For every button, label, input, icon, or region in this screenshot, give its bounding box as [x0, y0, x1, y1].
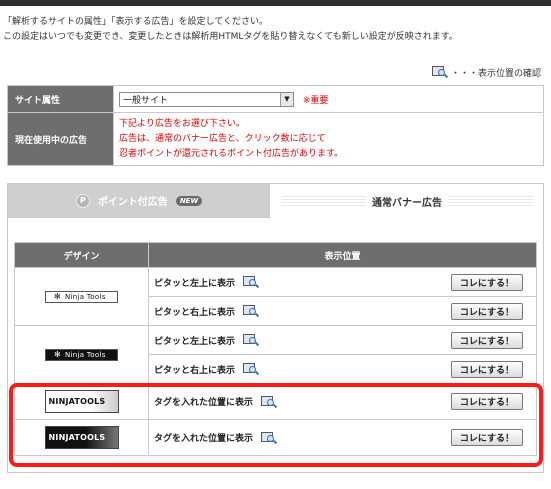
current-ad-cell: 下記より広告をお選び下さい。 広告は、通常のバナー広告と、クリック数に応じて 忍…	[113, 112, 544, 166]
tab-points-label: ポイント付広告	[97, 197, 168, 208]
tab-points-ad[interactable]: P ポイント付広告 NEW	[8, 184, 270, 218]
magnifier-screen-icon[interactable]	[243, 333, 260, 347]
table-row: ✻ Ninja Tools ピタッと左上に表示 コレにする！	[14, 325, 537, 384]
ad-notice-line-1: 下記より広告をお選び下さい。	[119, 118, 245, 129]
settings-table: サイト属性 一般サイト ▼ ※重要 現在使用中の広告 下記より広告をお選び下さい…	[7, 85, 544, 166]
new-badge: NEW	[175, 195, 203, 206]
magnifier-screen-icon[interactable]	[243, 362, 260, 376]
select-button[interactable]: コレにする！	[450, 360, 523, 378]
ad-notice-line-3: 忍者ポイントが還元されるポイント付広告があります。	[119, 148, 344, 159]
tab-banner-ad[interactable]: 通常バナー広告	[271, 184, 543, 218]
ad-notice-line-2: 広告は、通常のバナー広告と、クリック数に応じて	[119, 133, 326, 144]
tab-banner-label: 通常バナー広告	[366, 193, 448, 209]
intro-line-1: 「解析するサイトの属性」「表示する広告」を設定してください。	[3, 17, 268, 27]
design-cell: ✻ Ninja Tools	[14, 325, 149, 384]
site-attr-value: 一般サイト	[123, 95, 169, 106]
ninjatools-banner-light: NINJATOOLS	[44, 390, 119, 413]
coin-p-icon: P	[75, 193, 90, 208]
intro-line-2: この設定はいつでも変更でき、変更したときは解析用HTMLタグを貼り替えなくても新…	[3, 32, 458, 42]
position-label: ピタッと左上に表示	[154, 336, 236, 347]
magnifier-screen-icon[interactable]	[261, 431, 278, 445]
select-button[interactable]: コレにする！	[450, 429, 523, 446]
table-row: NINJATOOLS タグを入れた位置に表示 コレにする！	[14, 419, 537, 456]
required-note: ※重要	[302, 95, 329, 106]
design-cell: ✻ Ninja Tools	[14, 267, 149, 326]
page-heading-bar	[0, 0, 551, 6]
chevron-down-icon[interactable]: ▼	[280, 92, 293, 106]
ninja-tools-logo-light: ✻ Ninja Tools	[45, 290, 118, 303]
select-button[interactable]: コレにする！	[450, 273, 523, 291]
table-row: ✻ Ninja Tools ピタッと左上に表示 コレにする！	[14, 267, 537, 326]
position-label: ピタッと右上に表示	[154, 365, 236, 376]
magnifier-screen-icon[interactable]	[243, 304, 260, 318]
site-attr-label: サイト属性	[7, 85, 114, 113]
design-cell: NINJATOOLS	[14, 383, 149, 420]
table-row: NINJATOOLS タグを入れた位置に表示 コレにする！	[14, 383, 537, 420]
preview-position-label: ・・・表示位置の確認	[450, 68, 541, 79]
ninjatools-banner-dark: NINJATOOLS	[44, 426, 119, 449]
position-label: タグを入れた位置に表示	[154, 434, 254, 444]
select-button[interactable]: コレにする！	[450, 393, 523, 410]
site-attr-cell: 一般サイト ▼ ※重要	[113, 85, 544, 113]
ninja-tools-logo-dark: ✻ Ninja Tools	[45, 348, 118, 361]
banner-design-table: デザイン 表示位置 ✻ Ninja Tools ピタッと左上に表示 コレにする！ ピ…	[14, 242, 537, 456]
site-attr-select[interactable]: 一般サイト ▼	[119, 91, 294, 107]
position-label: ピタッと左上に表示	[154, 278, 236, 289]
position-label: タグを入れた位置に表示	[154, 398, 254, 408]
header-position: 表示位置	[148, 242, 537, 268]
header-design: デザイン	[14, 242, 149, 268]
current-ad-label: 現在使用中の広告	[7, 112, 114, 166]
position-label: ピタッと右上に表示	[154, 307, 236, 318]
magnifier-screen-icon[interactable]	[261, 395, 278, 409]
magnifier-screen-icon	[431, 65, 449, 79]
select-button[interactable]: コレにする！	[450, 302, 523, 320]
design-cell: NINJATOOLS	[14, 419, 149, 456]
select-button[interactable]: コレにする！	[450, 331, 523, 349]
preview-position-link[interactable]: ・・・表示位置の確認	[431, 65, 541, 79]
magnifier-screen-icon[interactable]	[243, 275, 260, 289]
intro-text: 「解析するサイトの属性」「表示する広告」を設定してください。 この設定はいつでも…	[3, 15, 458, 45]
